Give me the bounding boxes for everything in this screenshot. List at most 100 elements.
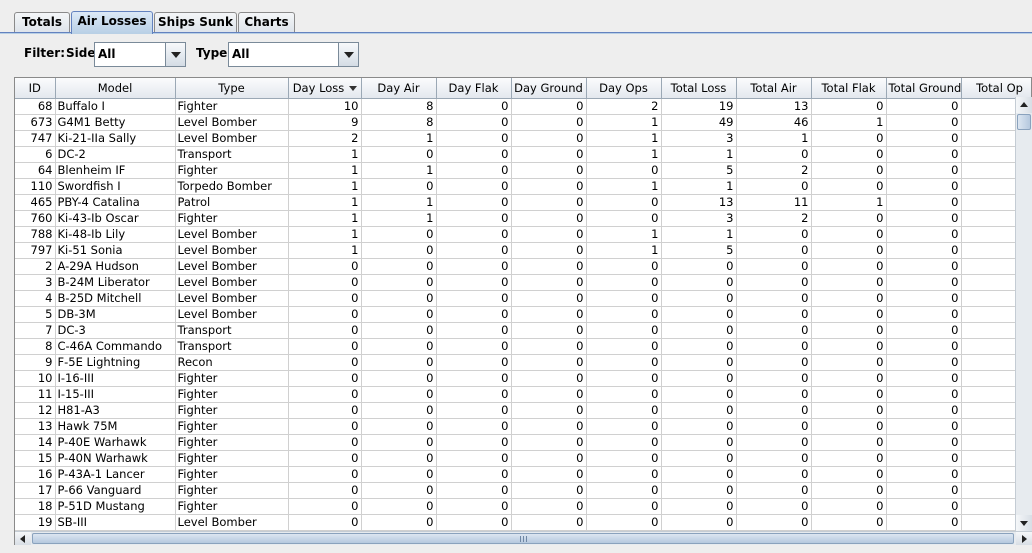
column-header-type[interactable]: Type xyxy=(175,78,289,99)
table-cell: 1 xyxy=(586,226,662,243)
table-cell: 0 xyxy=(886,98,962,115)
table-row[interactable]: 13 Hawk 75M Fighter 0 0 0 0 0 0 0 0 0 xyxy=(15,418,1031,435)
scroll-right-icon[interactable] xyxy=(1016,532,1032,545)
side-select[interactable]: All xyxy=(94,42,186,67)
table-row[interactable]: 10 I-16-III Fighter 0 0 0 0 0 0 0 0 0 xyxy=(15,370,1031,387)
column-header-label: Day Air xyxy=(377,80,420,95)
table-row[interactable]: 14 P-40E Warhawk Fighter 0 0 0 0 0 0 0 0 0 xyxy=(15,434,1031,451)
type-select-value: All xyxy=(232,47,250,61)
column-header-total-op[interactable]: Total Op xyxy=(961,78,1031,99)
table-cell: 0 xyxy=(436,466,512,483)
table-row[interactable]: 64 Blenheim IF Fighter 1 1 0 0 0 5 2 0 0 xyxy=(15,162,1031,179)
scroll-up-icon[interactable] xyxy=(1016,97,1032,113)
tab-charts[interactable]: Charts xyxy=(238,12,295,33)
table-row[interactable]: 18 P-51D Mustang Fighter 0 0 0 0 0 0 0 0 0 xyxy=(15,498,1031,515)
table-cell: 0 xyxy=(436,306,512,323)
table-row[interactable]: 12 H81-A3 Fighter 0 0 0 0 0 0 0 0 0 xyxy=(15,402,1031,419)
table-row[interactable]: 465 PBY-4 Catalina Patrol 1 1 0 0 0 13 11 1 0 xyxy=(15,194,1031,211)
table-row[interactable]: 7 DC-3 Transport 0 0 0 0 0 0 0 0 0 xyxy=(15,322,1031,339)
table-cell: 1 xyxy=(661,178,737,195)
vertical-scrollbar[interactable] xyxy=(1015,97,1032,531)
column-header-total-loss[interactable]: Total Loss xyxy=(661,78,737,99)
table-row[interactable]: 110 Swordfish I Torpedo Bomber 1 0 0 0 1 1 0 0 0 xyxy=(15,178,1031,195)
table-row[interactable]: 17 P-66 Vanguard Fighter 0 0 0 0 0 0 0 0 0 xyxy=(15,482,1031,499)
table-cell: 0 xyxy=(586,370,662,387)
tab-air-losses[interactable]: Air Losses xyxy=(71,11,153,34)
table-cell: 0 xyxy=(661,370,737,387)
table-row[interactable]: 15 P-40N Warhawk Fighter 0 0 0 0 0 0 0 0 0 xyxy=(15,450,1031,467)
column-header-day-ops[interactable]: Day Ops xyxy=(586,78,662,99)
table-cell: 8 xyxy=(15,338,56,355)
table-cell: 0 xyxy=(661,498,737,515)
table-row[interactable]: 673 G4M1 Betty Level Bomber 9 8 0 0 1 49 46 1 0 xyxy=(15,114,1031,131)
table-cell: 1 xyxy=(736,130,812,147)
column-header-total-air[interactable]: Total Air xyxy=(736,78,812,99)
type-select[interactable]: All xyxy=(228,42,359,67)
horizontal-scroll-thumb[interactable] xyxy=(32,533,1014,544)
table-cell: 0 xyxy=(886,450,962,467)
table-cell: 0 xyxy=(811,386,887,403)
table-cell: 0 xyxy=(811,210,887,227)
chevron-down-icon[interactable] xyxy=(165,43,185,66)
horizontal-scrollbar[interactable] xyxy=(15,531,1032,545)
table-row[interactable]: 16 P-43A-1 Lancer Fighter 0 0 0 0 0 0 0 0 0 xyxy=(15,466,1031,483)
table-cell: I-15-III xyxy=(55,386,176,403)
chevron-down-icon[interactable] xyxy=(338,43,358,66)
column-header-day-air[interactable]: Day Air xyxy=(361,78,437,99)
table-row[interactable]: 9 F-5E Lightning Recon 0 0 0 0 0 0 0 0 0 xyxy=(15,354,1031,371)
table-cell: 8 xyxy=(361,98,437,115)
table-cell: Level Bomber xyxy=(175,290,289,307)
table-cell: Ki-48-Ib Lily xyxy=(55,226,176,243)
table-cell: 0 xyxy=(811,242,887,259)
column-header-total-ground[interactable]: Total Ground xyxy=(886,78,962,99)
tab-totals[interactable]: Totals xyxy=(14,12,70,33)
table-cell: DC-3 xyxy=(55,322,176,339)
table-cell: 0 xyxy=(811,354,887,371)
table-row[interactable]: 3 B-24M Liberator Level Bomber 0 0 0 0 0 0 0 0 0 xyxy=(15,274,1031,291)
column-header-id[interactable]: ID xyxy=(15,78,56,99)
table-row[interactable]: 6 DC-2 Transport 1 0 0 0 1 1 0 0 0 xyxy=(15,146,1031,163)
table-row[interactable]: 68 Buffalo I Fighter 10 8 0 0 2 19 13 0 0 xyxy=(15,98,1031,115)
table-row[interactable]: 797 Ki-51 Sonia Level Bomber 1 0 0 0 1 5 0 0 0 xyxy=(15,242,1031,259)
table-cell: 0 xyxy=(661,274,737,291)
column-header-model[interactable]: Model xyxy=(55,78,176,99)
table-row[interactable]: 788 Ki-48-Ib Lily Level Bomber 1 0 0 0 1 1 0 0 0 xyxy=(15,226,1031,243)
table-row[interactable]: 11 I-15-III Fighter 0 0 0 0 0 0 0 0 0 xyxy=(15,386,1031,403)
table-cell: 0 xyxy=(811,402,887,419)
table-row[interactable]: 8 C-46A Commando Transport 0 0 0 0 0 0 0 0 0 xyxy=(15,338,1031,355)
type-label: Type: xyxy=(196,46,233,60)
table-row[interactable]: 4 B-25D Mitchell Level Bomber 0 0 0 0 0 0 0 0 0 xyxy=(15,290,1031,307)
table-cell: 10 xyxy=(15,370,56,387)
table-cell: 0 xyxy=(661,450,737,467)
table-cell: P-40N Warhawk xyxy=(55,450,176,467)
table-cell: 0 xyxy=(436,274,512,291)
table-row[interactable]: 2 A-29A Hudson Level Bomber 0 0 0 0 0 0 0 0 0 xyxy=(15,258,1031,275)
table-cell: 0 xyxy=(436,178,512,195)
table-row[interactable]: 5 DB-3M Level Bomber 0 0 0 0 0 0 0 0 0 xyxy=(15,306,1031,323)
column-header-label: Day Ground xyxy=(514,80,583,95)
column-header-day-loss[interactable]: Day Loss xyxy=(288,78,362,99)
table-cell: 11 xyxy=(736,194,812,211)
table-cell: 9 xyxy=(288,114,362,131)
table-cell: 0 xyxy=(361,402,437,419)
table-cell: B-25D Mitchell xyxy=(55,290,176,307)
table-cell: 0 xyxy=(436,242,512,259)
table-cell: Fighter xyxy=(175,482,289,499)
scroll-down-icon[interactable] xyxy=(1016,515,1032,531)
table-row[interactable]: 760 Ki-43-Ib Oscar Fighter 1 1 0 0 0 3 2 0 0 xyxy=(15,210,1031,227)
table-cell: Ki-51 Sonia xyxy=(55,242,176,259)
scroll-left-icon[interactable] xyxy=(15,532,31,545)
tab-ships-sunk[interactable]: Ships Sunk xyxy=(154,12,237,33)
column-header-day-ground[interactable]: Day Ground xyxy=(511,78,587,99)
table-cell: 0 xyxy=(586,338,662,355)
table-row[interactable]: 19 SB-III Level Bomber 0 0 0 0 0 0 0 0 0 xyxy=(15,514,1031,531)
table-cell: 0 xyxy=(361,386,437,403)
column-header-total-flak[interactable]: Total Flak xyxy=(811,78,887,99)
table-cell: 0 xyxy=(661,402,737,419)
column-header-day-flak[interactable]: Day Flak xyxy=(436,78,512,99)
table-cell: 0 xyxy=(436,386,512,403)
table-cell: 0 xyxy=(436,162,512,179)
table-row[interactable]: 747 Ki-21-IIa Sally Level Bomber 2 1 0 0 1 3 1 0 0 xyxy=(15,130,1031,147)
table-cell: 0 xyxy=(736,146,812,163)
vertical-scroll-thumb[interactable] xyxy=(1017,114,1031,130)
